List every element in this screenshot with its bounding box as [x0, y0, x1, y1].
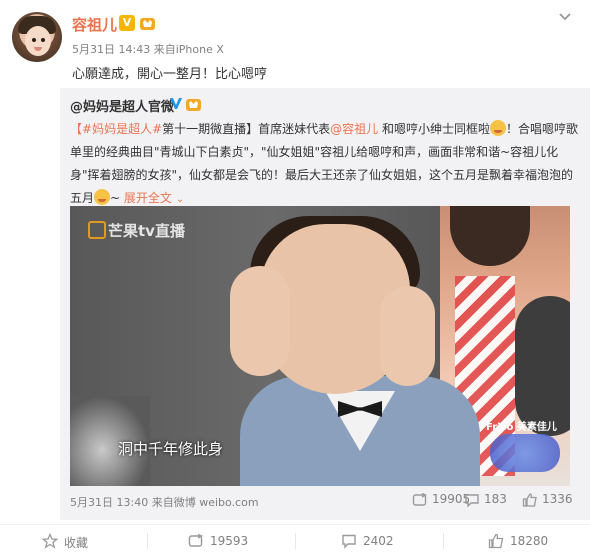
comment-icon [465, 494, 479, 507]
chevron-down-icon[interactable]: ⌄ [176, 194, 184, 205]
expand-full-text-link[interactable]: 展开全文 [124, 191, 172, 205]
video-channel-logo: 芒果tv直播 [88, 220, 185, 241]
repost-icon [188, 533, 204, 547]
comment-icon [342, 534, 356, 549]
video-logo-suffix: 直播 [154, 222, 185, 240]
author-avatar[interactable] [12, 12, 62, 62]
mention-link[interactable]: @容祖儿 [330, 122, 378, 136]
repost-text-part: ~ [110, 191, 124, 205]
mango-tv-icon [88, 221, 106, 239]
action-bar: 收藏 19593 2402 18280 [0, 524, 590, 555]
repost-count: 19593 [210, 534, 249, 548]
video-subtitle: 洞中千年修此身 [118, 440, 224, 458]
sponsor-text: Friso 美素佳儿 [486, 422, 557, 433]
repost-card: @妈妈是超人官微 【#妈妈是超人#第十一期微直播】首席迷妹代表@容祖儿 和嗯哼小… [60, 88, 590, 520]
repost-text-part: 第十一期微直播】首席迷妹代表 [162, 122, 331, 136]
comment-count: 2402 [363, 534, 394, 548]
repost-icon [412, 493, 428, 506]
like-count: 1336 [542, 492, 573, 506]
verified-v-icon [170, 98, 182, 109]
like-count: 18280 [510, 534, 549, 548]
video-player[interactable]: 芒果tv直播 洞中千年修此身 Friso 美素佳儿 [70, 206, 570, 486]
favorite-icon [42, 533, 58, 549]
repost-source: 来自微博 weibo.com [151, 496, 259, 509]
crown-level-icon [140, 18, 155, 30]
more-chevron-icon[interactable] [558, 10, 572, 24]
repost-time[interactable]: 5月31日 13:40 [70, 496, 148, 509]
comment-count: 183 [484, 492, 507, 506]
divider [147, 533, 148, 549]
like-icon [522, 493, 537, 507]
emoji-icon [94, 189, 111, 205]
author-name[interactable]: 容祖儿 [72, 14, 117, 35]
post-source: 来自iPhone X [153, 43, 224, 56]
favorite-label: 收藏 [64, 536, 89, 550]
emoji-icon [490, 120, 506, 136]
hashtag-link[interactable]: #妈妈是超人# [82, 122, 162, 136]
post-time[interactable]: 5月31日 14:43 [72, 43, 150, 56]
divider [443, 533, 444, 549]
repost-author[interactable]: @妈妈是超人官微 [70, 96, 174, 115]
vip-badge-icon: V [119, 15, 135, 31]
repost-meta: 5月31日 13:40 来自微博 weibo.com [70, 494, 259, 510]
like-icon [488, 533, 504, 549]
post-text: 心願達成，開心一整月！比心嗯哼 [72, 67, 268, 82]
repost-body: 【#妈妈是超人#第十一期微直播】首席迷妹代表@容祖儿 和嗯哼小绅士同框啦 ！合唱嗯… [70, 118, 580, 211]
repost-bracket: 【 [70, 122, 83, 136]
video-logo-text: 芒果tv [108, 222, 155, 240]
sponsor-watermark: Friso 美素佳儿 [486, 418, 564, 474]
weibo-post: 容祖儿 V 5月31日 14:43 来自iPhone X 心願達成，開心一整月！… [0, 0, 590, 555]
divider [295, 533, 296, 549]
post-meta: 5月31日 14:43 来自iPhone X [72, 41, 224, 57]
crown-level-icon [186, 99, 201, 111]
repost-text-part: 和嗯哼小绅士同框啦 [378, 122, 490, 136]
